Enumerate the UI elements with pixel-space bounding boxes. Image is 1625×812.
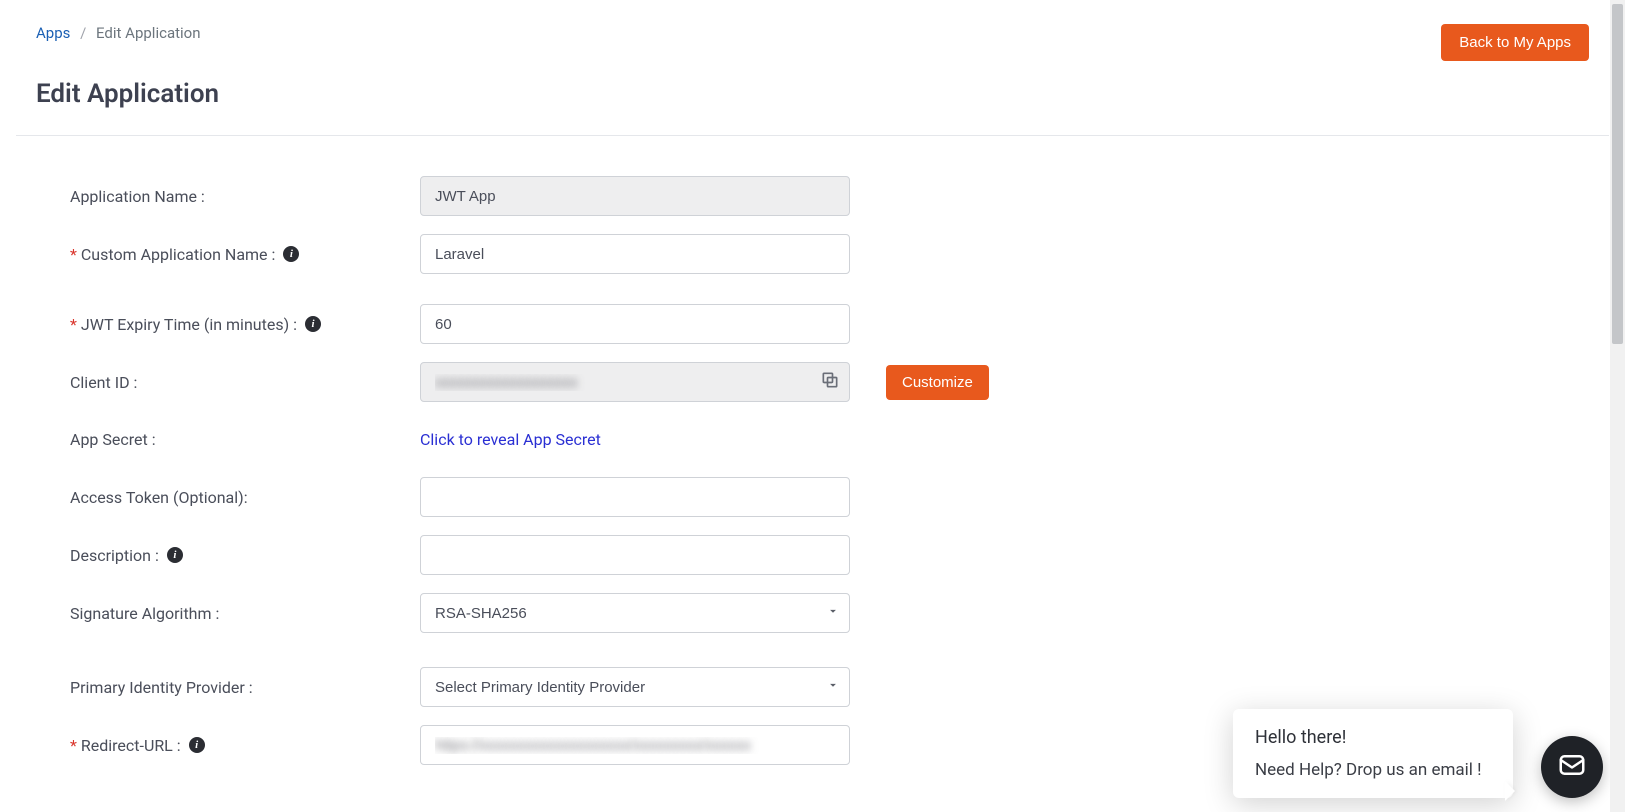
page-container: Apps / Edit Application Back to My Apps … (0, 0, 1625, 765)
label-description: Description : i (70, 546, 420, 565)
chat-launcher-button[interactable] (1541, 736, 1603, 798)
customize-button[interactable]: Customize (886, 365, 989, 400)
chat-help-text: Need Help? Drop us an email ! (1255, 760, 1491, 780)
form-area: Application Name : * Custom Application … (36, 176, 1589, 765)
row-signature-algorithm: Signature Algorithm : RSA-SHA256 (70, 593, 1589, 633)
label-app-secret: App Secret : (70, 430, 420, 449)
back-to-apps-button[interactable]: Back to My Apps (1441, 24, 1589, 61)
info-icon[interactable]: i (167, 547, 183, 563)
redirect-url-input[interactable] (420, 725, 850, 765)
top-row: Apps / Edit Application Back to My Apps (36, 24, 1589, 61)
label-redirect-url: * Redirect-URL : i (70, 736, 420, 755)
copy-icon[interactable] (820, 370, 840, 394)
label-application-name: Application Name : (70, 187, 420, 206)
breadcrumb-current: Edit Application (96, 24, 200, 42)
row-custom-app-name: * Custom Application Name : i (70, 234, 1589, 274)
client-id-input (420, 362, 850, 402)
scrollbar-thumb[interactable] (1612, 4, 1623, 344)
description-input[interactable] (420, 535, 850, 575)
label-jwt-expiry: * JWT Expiry Time (in minutes) : i (70, 315, 420, 334)
required-marker: * (70, 736, 77, 755)
row-app-secret: App Secret : Click to reveal App Secret (70, 430, 1589, 449)
custom-app-name-input[interactable] (420, 234, 850, 274)
info-icon[interactable]: i (305, 316, 321, 332)
row-primary-idp: Primary Identity Provider : Select Prima… (70, 667, 1589, 707)
access-token-input[interactable] (420, 477, 850, 517)
row-application-name: Application Name : (70, 176, 1589, 216)
jwt-expiry-input[interactable] (420, 304, 850, 344)
label-access-token: Access Token (Optional): (70, 488, 420, 507)
row-description: Description : i (70, 535, 1589, 575)
application-name-input (420, 176, 850, 216)
label-client-id: Client ID : (70, 373, 420, 392)
required-marker: * (70, 245, 77, 264)
chat-greeting: Hello there! (1255, 727, 1491, 748)
breadcrumb: Apps / Edit Application (36, 24, 201, 42)
label-custom-app-name: * Custom Application Name : i (70, 245, 420, 264)
label-primary-idp: Primary Identity Provider : (70, 678, 420, 697)
row-client-id: Client ID : Customize (70, 362, 1589, 402)
row-jwt-expiry: * JWT Expiry Time (in minutes) : i (70, 304, 1589, 344)
primary-idp-select[interactable]: Select Primary Identity Provider (420, 667, 850, 707)
breadcrumb-separator: / (80, 24, 86, 42)
required-marker: * (70, 315, 77, 334)
page-title: Edit Application (36, 79, 1589, 109)
info-icon[interactable]: i (283, 246, 299, 262)
signature-algorithm-select[interactable]: RSA-SHA256 (420, 593, 850, 633)
divider (16, 135, 1609, 136)
label-signature-algorithm: Signature Algorithm : (70, 604, 420, 623)
row-access-token: Access Token (Optional): (70, 477, 1589, 517)
info-icon[interactable]: i (189, 737, 205, 753)
breadcrumb-link-apps[interactable]: Apps (36, 24, 70, 42)
reveal-app-secret-link[interactable]: Click to reveal App Secret (420, 430, 601, 449)
scrollbar[interactable] (1610, 0, 1625, 812)
mail-icon (1557, 750, 1587, 784)
chat-popover: Hello there! Need Help? Drop us an email… (1233, 709, 1513, 798)
